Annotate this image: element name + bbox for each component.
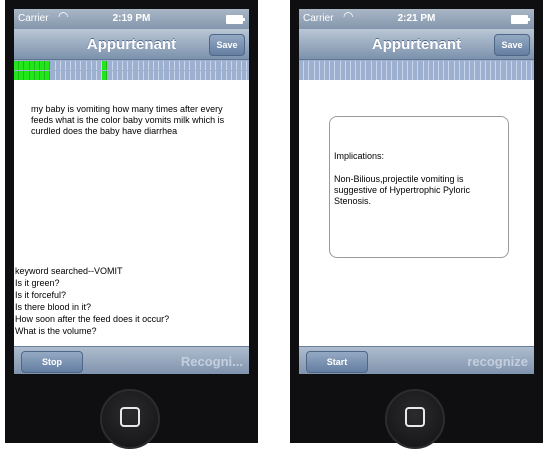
home-button[interactable] <box>385 389 445 449</box>
keyword-line: Is there blood in it? <box>15 302 92 312</box>
nav-bar: Appurtenant Save <box>299 29 534 60</box>
meter-cell <box>242 61 248 70</box>
keyword-line: Is it green? <box>15 278 60 288</box>
audio-level-meter <box>299 60 534 80</box>
start-button[interactable]: Start <box>306 351 368 373</box>
stop-button[interactable]: Stop <box>21 351 83 373</box>
save-button[interactable]: Save <box>494 34 530 56</box>
battery-icon <box>511 15 530 24</box>
meter-cell <box>527 61 533 80</box>
status-time: 2:21 PM <box>397 13 436 24</box>
status-bar: Carrier ◠ 2:21 PM <box>299 9 534 29</box>
phone-right: Carrier ◠ 2:21 PM Appurtenant Save Impli… <box>290 0 543 449</box>
status-bar: Carrier ◠ 2:19 PM <box>14 9 249 29</box>
screen-right: Carrier ◠ 2:21 PM Appurtenant Save Impli… <box>299 9 534 374</box>
bottom-toolbar: Start recognize <box>299 346 534 374</box>
meter-row-top <box>299 61 534 80</box>
home-square-icon <box>405 407 425 427</box>
save-button[interactable]: Save <box>209 34 245 56</box>
battery-icon <box>226 15 245 24</box>
meter-cell <box>242 71 248 80</box>
screen-left: Carrier ◠ 2:19 PM Appurtenant Save my ba… <box>14 9 249 374</box>
keyword-line: What is the volume? <box>15 326 97 336</box>
keyword-line: How soon after the feed does it occur? <box>15 314 170 324</box>
nav-bar: Appurtenant Save <box>14 29 249 60</box>
implications-text: Non-Bilious,projectile vomiting is sugge… <box>334 174 471 206</box>
meter-row-top <box>14 61 249 70</box>
recognize-status-label[interactable]: Recogni... <box>181 354 243 369</box>
recognize-button-label[interactable]: recognize <box>467 354 528 369</box>
implications-title: Implications: <box>334 151 385 161</box>
meter-row-bottom <box>14 71 249 80</box>
status-time: 2:19 PM <box>112 13 151 24</box>
keyword-line: Is it forceful? <box>15 290 67 300</box>
home-square-icon <box>120 407 140 427</box>
keyword-line: keyword searched--VOMIT <box>15 266 123 276</box>
home-button[interactable] <box>100 389 160 449</box>
recognized-question-text: my baby is vomiting how many times after… <box>31 104 225 136</box>
implications-box: Implications: Non-Bilious,projectile vom… <box>329 116 509 258</box>
phone-left: Carrier ◠ 2:19 PM Appurtenant Save my ba… <box>5 0 258 449</box>
bottom-toolbar: Stop Recogni... <box>14 346 249 374</box>
audio-level-meter <box>14 60 249 80</box>
keyword-results: keyword searched--VOMIT Is it green? Is … <box>15 265 245 337</box>
